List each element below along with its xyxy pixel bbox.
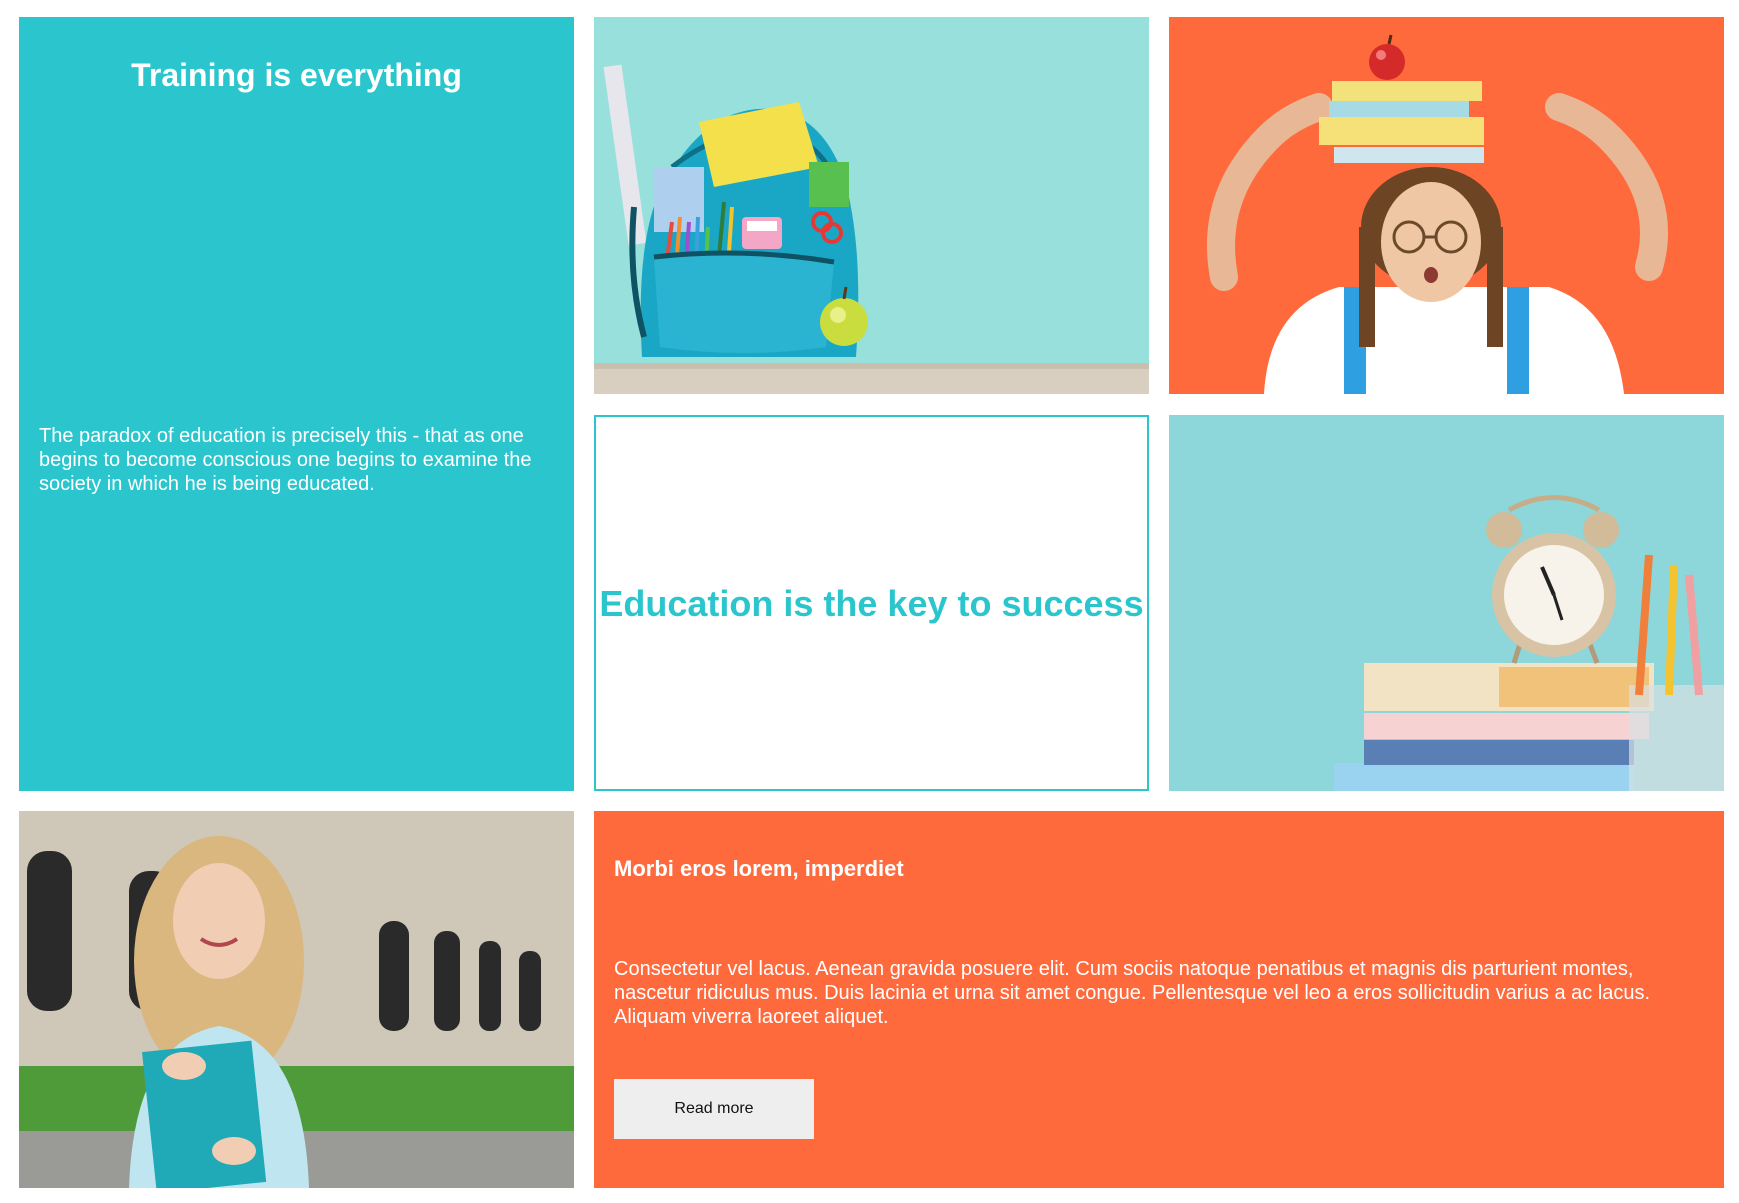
training-tile: Training is everything The paradox of ed… [19,17,574,791]
feature-text: Consectetur vel lacus. Aenean gravida po… [614,958,1651,1028]
feature-title: Morbi eros lorem, imperdiet [614,856,904,881]
girl-books-image [1169,17,1724,394]
quote-title: Education is the key to success [599,583,1144,624]
clock-books-image [1169,415,1724,791]
backpack-image [594,17,1149,394]
training-text: The paradox of education is precisely th… [39,425,532,495]
student-image [19,811,574,1188]
training-title: Training is everything [131,57,462,93]
read-more-button[interactable]: Read more [614,1079,814,1139]
quote-tile: Education is the key to success [594,415,1149,791]
feature-tile: Morbi eros lorem, imperdiet Consectetur … [594,811,1724,1188]
